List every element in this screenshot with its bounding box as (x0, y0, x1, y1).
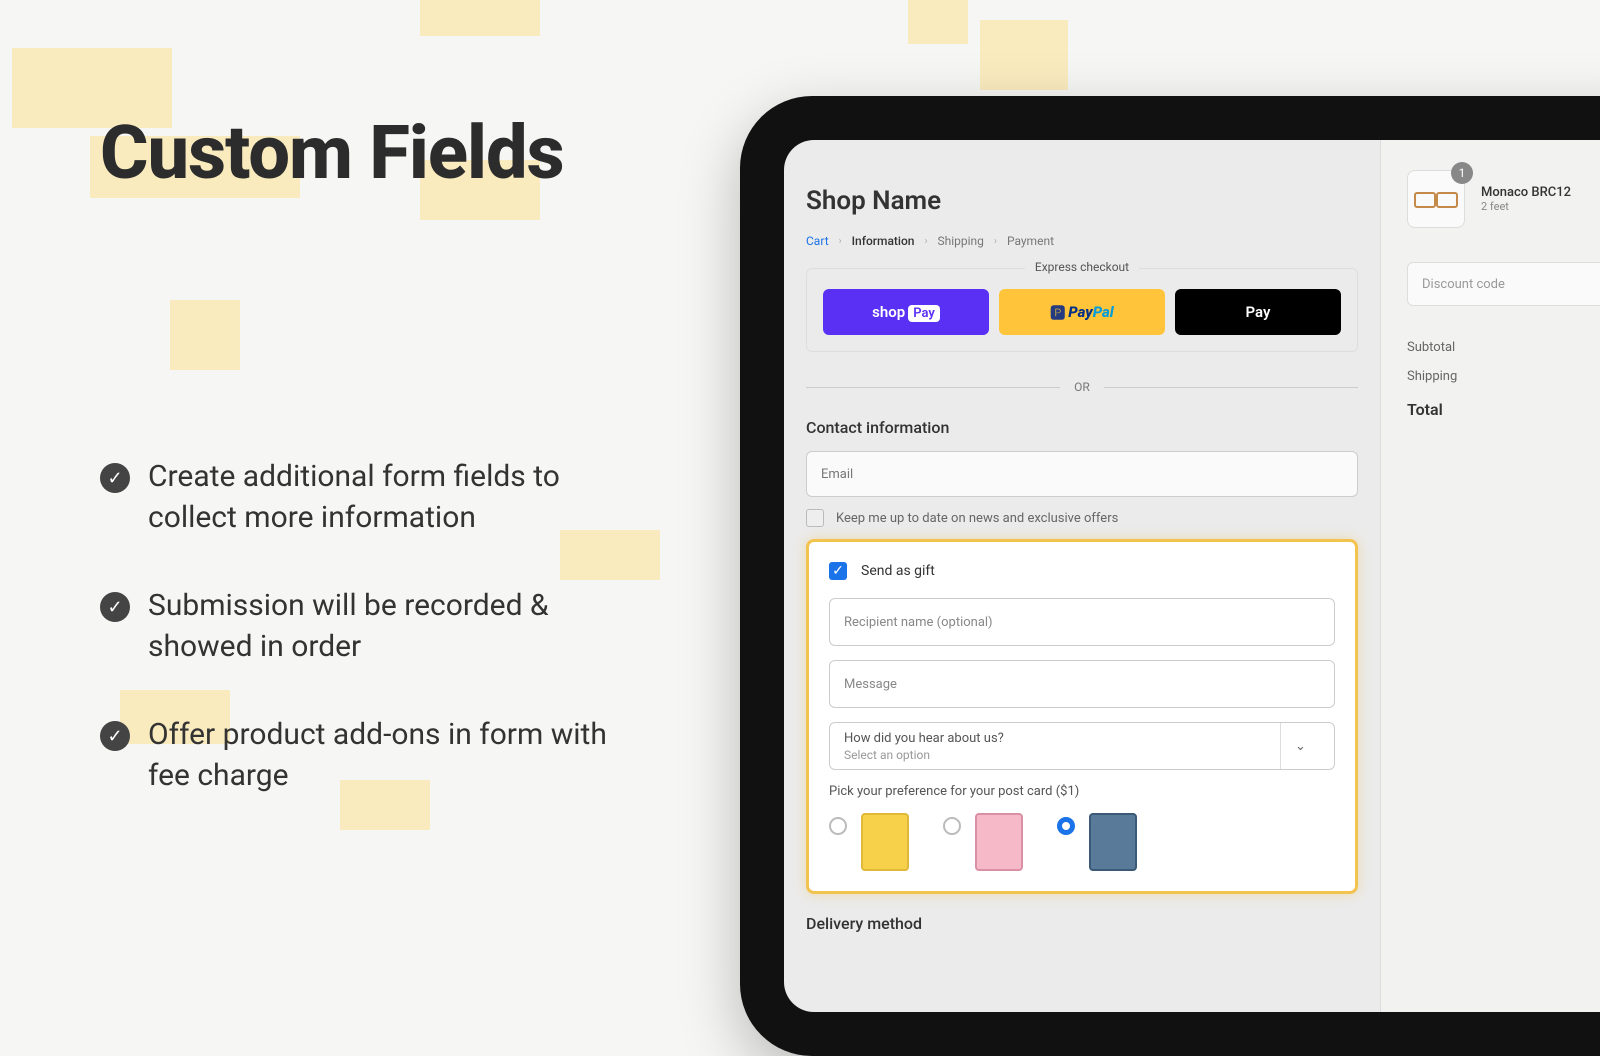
feature-item: Submission will be recorded & showed in … (148, 586, 630, 667)
breadcrumb-information: Information (852, 234, 915, 248)
recipient-name-field[interactable]: Recipient name (optional) (829, 598, 1335, 646)
checkbox-icon[interactable] (806, 509, 824, 527)
checkbox-checked-icon[interactable]: ✓ (829, 562, 847, 580)
radio-selected-icon[interactable] (1057, 817, 1075, 835)
subtotal-label: Subtotal (1407, 340, 1455, 355)
breadcrumb-cart[interactable]: Cart (806, 234, 829, 248)
paypal-icon: 🅿 (1050, 302, 1065, 323)
feature-item: Create additional form fields to collect… (148, 457, 630, 538)
cart-item-name: Monaco BRC12 (1481, 185, 1571, 200)
breadcrumb-payment[interactable]: Payment (1007, 234, 1054, 248)
feature-item: Offer product add-ons in form with fee c… (148, 715, 630, 796)
paypal-button[interactable]: 🅿 PayPal (999, 289, 1165, 335)
contact-info-title: Contact information (806, 418, 1358, 437)
gift-custom-fields-panel: ✓ Send as gift Recipient name (optional)… (806, 539, 1358, 894)
shoppay-label: shopPay (872, 303, 940, 321)
hear-about-selected: Select an option (844, 748, 1004, 762)
message-field[interactable]: Message (829, 660, 1335, 708)
postcard-thumb-pink (975, 813, 1023, 871)
or-divider: OR (806, 380, 1358, 394)
radio-icon[interactable] (829, 817, 847, 835)
paypal-label-b: Pal (1093, 303, 1114, 321)
newsletter-checkbox-row[interactable]: Keep me up to date on news and exclusive… (806, 509, 1358, 527)
paypal-label-a: Pay (1068, 303, 1092, 321)
radio-icon[interactable] (943, 817, 961, 835)
breadcrumb-shipping[interactable]: Shipping (938, 234, 984, 248)
express-checkout-label: Express checkout (1025, 260, 1139, 274)
postcard-option-1[interactable] (829, 813, 909, 871)
check-icon: ✓ (100, 592, 130, 622)
delivery-method-title: Delivery method (806, 914, 1358, 933)
breadcrumb: Cart › Information › Shipping › Payment (806, 234, 1358, 248)
chevron-down-icon: ⌄ (1280, 723, 1320, 769)
tablet-screen: Shop Name Cart › Information › Shipping … (784, 140, 1600, 1012)
glasses-icon (1414, 192, 1458, 206)
check-icon: ✓ (100, 463, 130, 493)
postcard-option-2[interactable] (943, 813, 1023, 871)
postcard-label: Pick your preference for your post card … (829, 784, 1335, 799)
newsletter-label: Keep me up to date on news and exclusive… (836, 511, 1118, 526)
tablet-frame: Shop Name Cart › Information › Shipping … (740, 96, 1600, 1056)
chevron-right-icon: › (994, 236, 997, 247)
shoppay-button[interactable]: shopPay (823, 289, 989, 335)
total-label: Total (1407, 400, 1443, 419)
feature-list: ✓ Create additional form fields to colle… (100, 457, 630, 796)
shop-name: Shop Name (806, 186, 1358, 216)
express-checkout-box: Express checkout shopPay 🅿 PayPal Pay (806, 268, 1358, 352)
hear-about-question: How did you hear about us? (844, 731, 1004, 746)
hero-title: Custom Fields (100, 110, 630, 197)
email-field[interactable]: Email (806, 451, 1358, 497)
postcard-thumb-blue (1089, 813, 1137, 871)
applepay-label: Pay (1246, 303, 1271, 321)
cart-item-row: 1 Monaco BRC12 2 feet (1407, 170, 1600, 228)
discount-code-field[interactable]: Discount code (1407, 262, 1600, 306)
applepay-button[interactable]: Pay (1175, 289, 1341, 335)
shipping-label: Shipping (1407, 369, 1457, 384)
send-as-gift-row[interactable]: ✓ Send as gift (829, 562, 1335, 580)
hear-about-select[interactable]: How did you hear about us? Select an opt… (829, 722, 1335, 770)
cart-item-variant: 2 feet (1481, 200, 1571, 213)
chevron-right-icon: › (924, 236, 927, 247)
send-as-gift-label: Send as gift (861, 563, 935, 579)
postcard-option-3[interactable] (1057, 813, 1137, 871)
chevron-right-icon: › (839, 236, 842, 247)
check-icon: ✓ (100, 721, 130, 751)
postcard-thumb-yellow (861, 813, 909, 871)
cart-qty-badge: 1 (1451, 162, 1473, 184)
